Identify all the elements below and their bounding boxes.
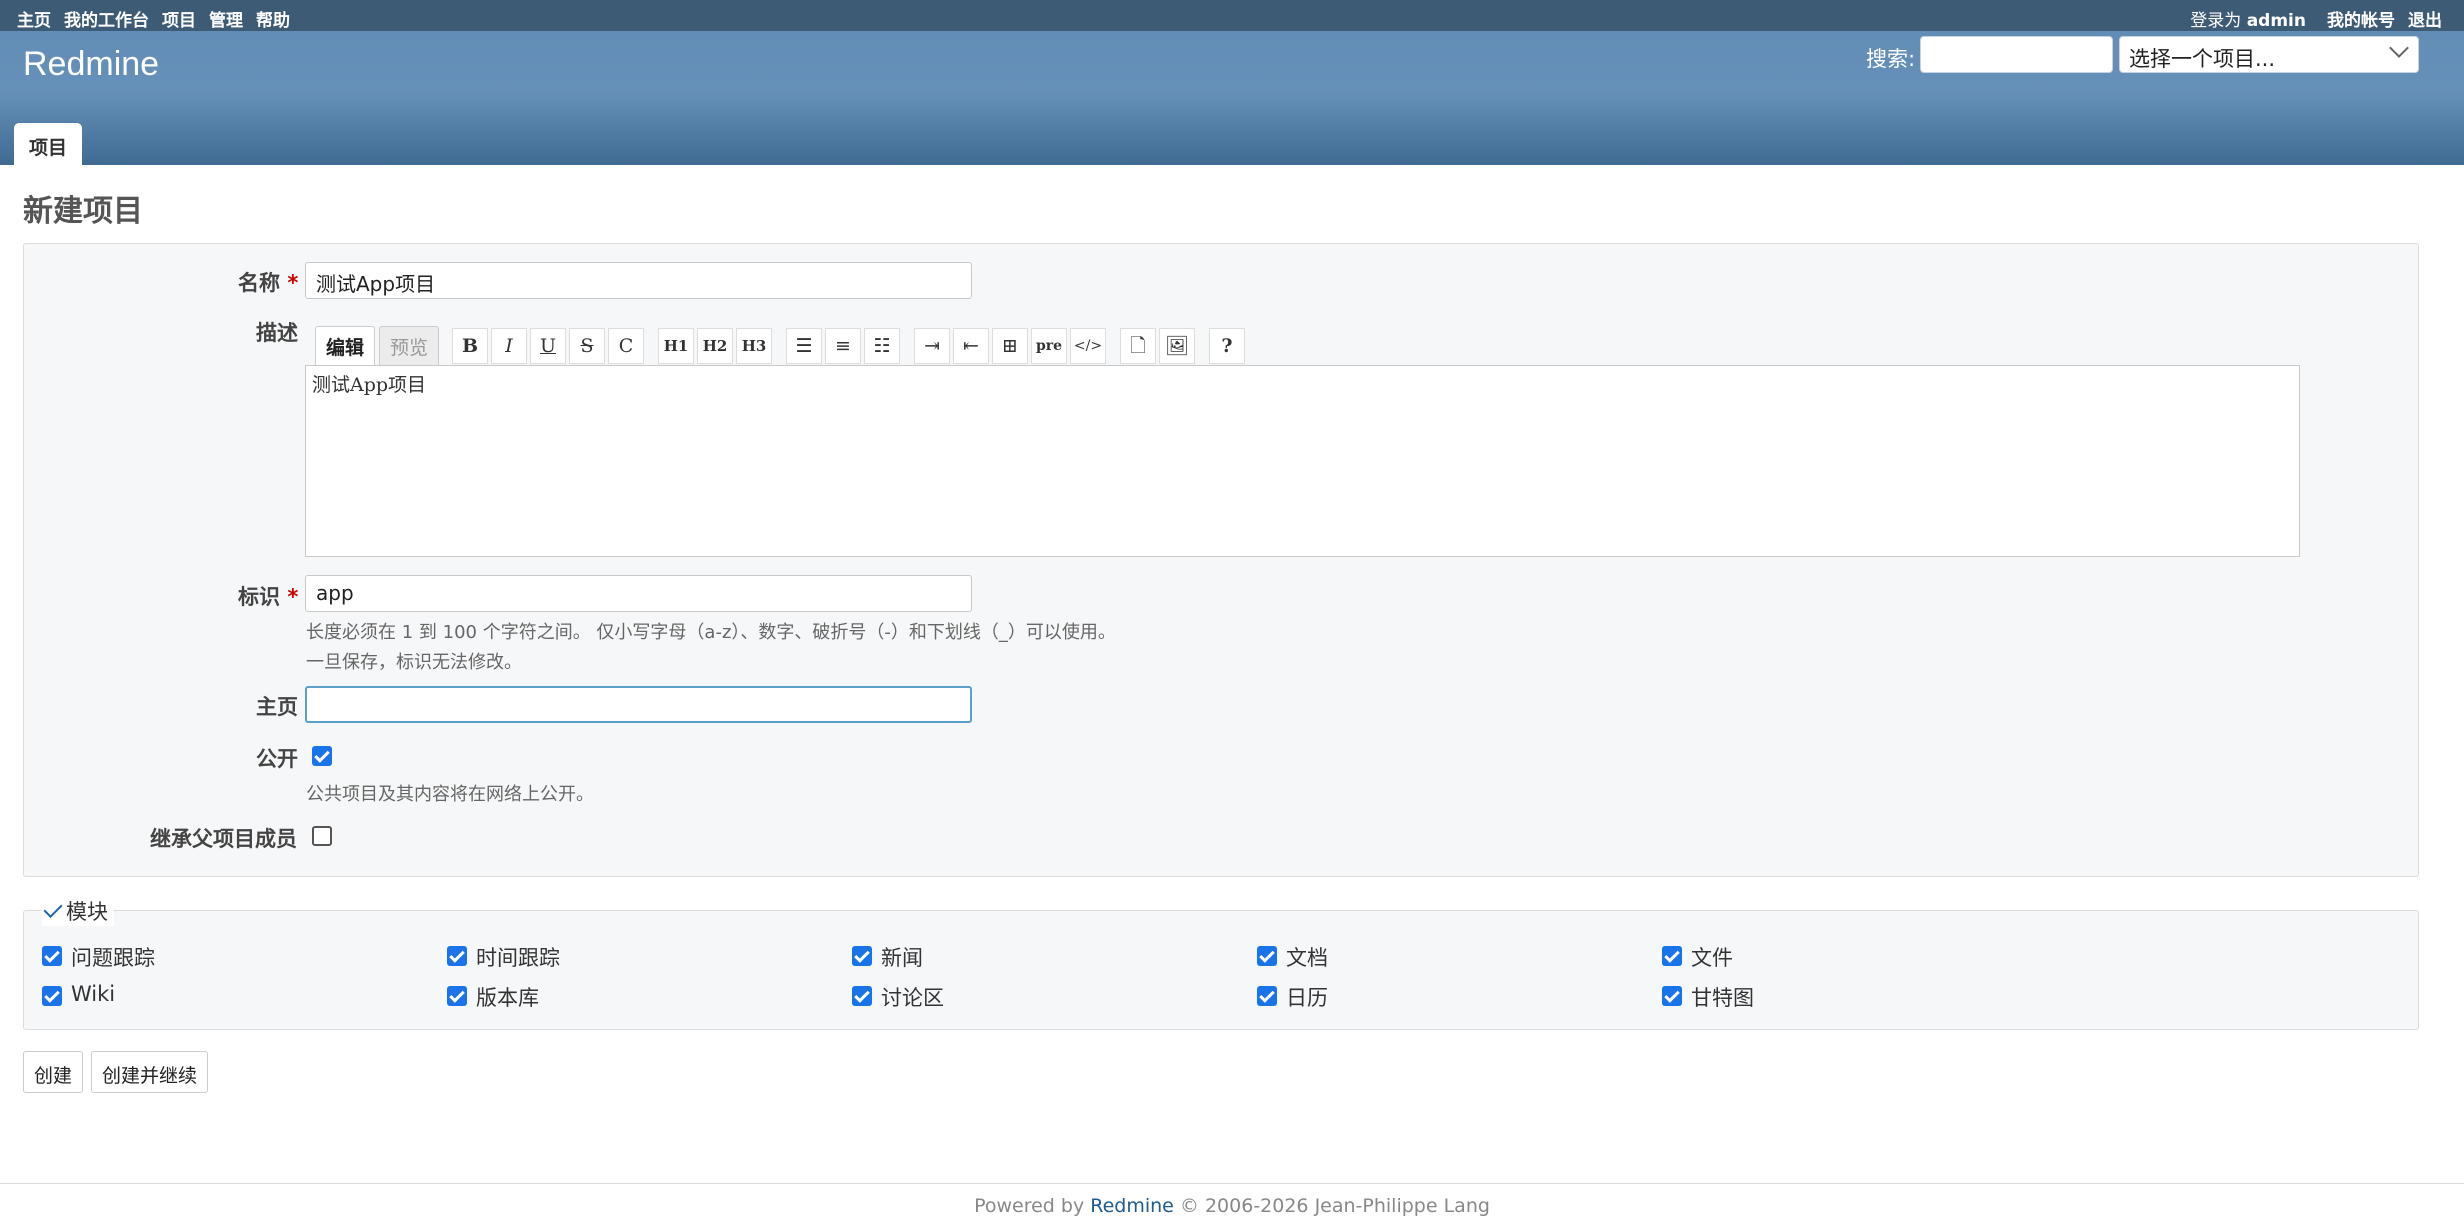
- tab-projects[interactable]: 项目: [14, 123, 82, 165]
- name-label: 名称 *: [238, 267, 298, 297]
- chevron-down-icon: [2389, 38, 2409, 58]
- underline-icon[interactable]: U: [530, 328, 566, 364]
- module-checkbox-documents[interactable]: [1257, 946, 1277, 966]
- app-title: Redmine: [23, 45, 160, 83]
- module-checkbox-calendar[interactable]: [1257, 986, 1277, 1006]
- description-tabs: 编辑 预览: [315, 326, 443, 366]
- module-checkbox-wiki[interactable]: [42, 986, 62, 1006]
- footer-copyright: © 2006-2026 Jean-Philippe Lang: [1179, 1195, 1490, 1217]
- italic-icon[interactable]: I: [491, 328, 527, 364]
- modules-legend-text: 模块: [66, 900, 108, 924]
- task-list-icon[interactable]: ☷: [864, 328, 900, 364]
- module-label-repository: 版本库: [476, 986, 539, 1010]
- top-menu-left: 主页 我的工作台 项目 管理 帮助: [17, 6, 290, 31]
- unordered-list-icon[interactable]: ☰: [786, 328, 822, 364]
- help-icon[interactable]: ?: [1209, 328, 1245, 364]
- project-jump-select[interactable]: 选择一个项目...: [2119, 36, 2419, 73]
- top-menu-projects[interactable]: 项目: [162, 6, 196, 31]
- module-label-calendar: 日历: [1286, 986, 1328, 1010]
- module-label-wiki: Wiki: [71, 982, 116, 1006]
- logged-as-prefix: 登录为: [2190, 11, 2242, 31]
- link-page-icon[interactable]: 🗋: [1120, 328, 1156, 364]
- modules-legend[interactable]: 模块: [42, 896, 114, 926]
- strikethrough-icon[interactable]: S: [569, 328, 605, 364]
- tab-preview[interactable]: 预览: [379, 326, 440, 366]
- identifier-label: 标识 *: [238, 581, 298, 611]
- code-block-icon[interactable]: </>: [1070, 328, 1106, 364]
- public-label: 公开: [256, 747, 298, 771]
- heading2-icon[interactable]: H2: [697, 328, 733, 364]
- outdent-icon[interactable]: ⇤: [953, 328, 989, 364]
- footer-redmine-link[interactable]: Redmine: [1090, 1195, 1174, 1217]
- module-checkbox-issue-tracking[interactable]: [42, 946, 62, 966]
- inherit-members-checkbox[interactable]: [312, 826, 332, 846]
- module-label-documents: 文档: [1286, 946, 1328, 970]
- public-checkbox[interactable]: [312, 746, 332, 766]
- footer: Powered by Redmine © 2006-2026 Jean-Phil…: [0, 1183, 2464, 1217]
- formatting-toolbar: B I U S C H1 H2 H3 ☰ ≡ ☷ ⇥ ⇤ ⊞ pre </> 🗋…: [452, 328, 1248, 364]
- table-icon[interactable]: ⊞: [992, 328, 1028, 364]
- identifier-field[interactable]: app: [305, 575, 972, 612]
- required-mark: *: [287, 271, 299, 295]
- top-menu-admin[interactable]: 管理: [209, 6, 243, 31]
- module-checkbox-boards[interactable]: [852, 986, 872, 1006]
- top-menu: 主页 我的工作台 项目 管理 帮助 登录为 admin 我的帐号 退出: [0, 0, 2464, 31]
- search-label: 搜索:: [1866, 47, 1916, 71]
- module-label-issue-tracking: 问题跟踪: [71, 946, 155, 970]
- footer-powered-by: Powered by: [974, 1195, 1085, 1217]
- identifier-hint-immutable: 一旦保存，标识无法修改。: [306, 652, 522, 673]
- name-field[interactable]: 测试App项目: [305, 262, 972, 299]
- module-label-gantt: 甘特图: [1691, 986, 1754, 1010]
- inherit-members-label: 继承父项目成员: [150, 827, 297, 851]
- project-jump-text: 选择一个项目...: [2129, 47, 2276, 71]
- identifier-label-text: 标识: [238, 585, 280, 609]
- heading3-icon[interactable]: H3: [736, 328, 772, 364]
- ordered-list-icon[interactable]: ≡: [825, 328, 861, 364]
- indent-icon[interactable]: ⇥: [914, 328, 950, 364]
- search-input[interactable]: [1920, 36, 2113, 73]
- module-label-news: 新闻: [881, 946, 923, 970]
- create-and-continue-button[interactable]: 创建并继续: [91, 1051, 209, 1093]
- check-icon: [43, 898, 63, 918]
- page-title: 新建项目: [23, 194, 143, 229]
- module-checkbox-gantt[interactable]: [1662, 986, 1682, 1006]
- header: Redmine 搜索: 选择一个项目... 项目: [0, 31, 2464, 165]
- description-textarea[interactable]: 测试App项目: [305, 365, 2300, 557]
- module-label-files: 文件: [1691, 946, 1733, 970]
- module-checkbox-files[interactable]: [1662, 946, 1682, 966]
- my-account-link[interactable]: 我的帐号: [2327, 6, 2395, 31]
- tab-edit[interactable]: 编辑: [315, 326, 376, 366]
- top-menu-home[interactable]: 主页: [17, 6, 51, 31]
- pre-icon[interactable]: pre: [1031, 328, 1067, 364]
- identifier-hint-format: 长度必须在 1 到 100 个字符之间。 仅小写字母（a-z）、数字、破折号（-…: [306, 622, 1116, 643]
- name-label-text: 名称: [238, 271, 280, 295]
- module-label-boards: 讨论区: [881, 986, 944, 1010]
- logged-user-link[interactable]: admin: [2247, 11, 2306, 31]
- inline-code-icon[interactable]: C: [608, 328, 644, 364]
- logged-as: 登录为 admin: [2190, 6, 2306, 31]
- required-mark: *: [287, 585, 299, 609]
- top-menu-right: 登录为 admin 我的帐号 退出: [2190, 6, 2442, 31]
- module-checkbox-repository[interactable]: [447, 986, 467, 1006]
- top-menu-help[interactable]: 帮助: [256, 6, 290, 31]
- logout-link[interactable]: 退出: [2408, 6, 2442, 31]
- top-menu-my-page[interactable]: 我的工作台: [64, 6, 149, 31]
- image-icon[interactable]: 🖼: [1159, 328, 1195, 364]
- modules-fieldset: [23, 910, 2419, 1030]
- description-label: 描述: [256, 321, 298, 345]
- create-button[interactable]: 创建: [23, 1051, 84, 1093]
- homepage-label: 主页: [256, 695, 298, 719]
- public-hint: 公共项目及其内容将在网络上公开。: [306, 784, 594, 805]
- homepage-field[interactable]: [305, 686, 972, 723]
- module-checkbox-time-tracking[interactable]: [447, 946, 467, 966]
- heading1-icon[interactable]: H1: [658, 328, 694, 364]
- module-label-time-tracking: 时间跟踪: [476, 946, 560, 970]
- module-checkbox-news[interactable]: [852, 946, 872, 966]
- bold-icon[interactable]: B: [452, 328, 488, 364]
